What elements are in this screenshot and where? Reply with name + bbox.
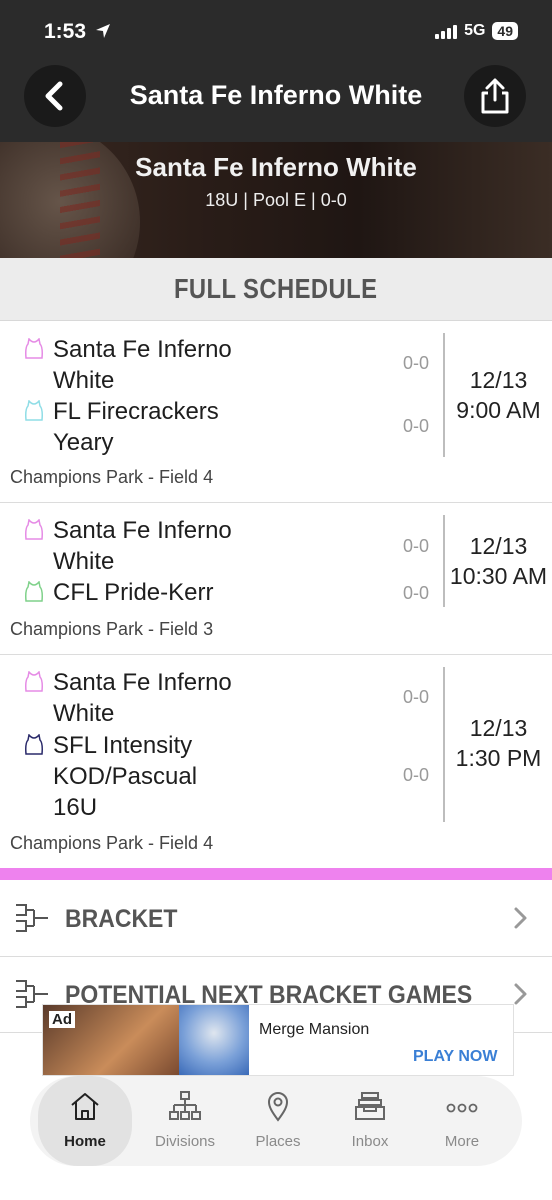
status-indicators: 5G 49 <box>435 22 518 40</box>
home-score: 0-0 <box>402 353 429 373</box>
away-team-name: SFL Intensity KOD/Pascual 16U <box>53 732 198 821</box>
game-card[interactable]: Santa Fe Inferno White FL Firecrackers Y… <box>0 321 552 503</box>
network-label: 5G <box>464 22 486 39</box>
game-time: 10:30 AM <box>449 563 548 589</box>
away-score: 0-0 <box>402 416 429 436</box>
accent-divider <box>0 868 552 880</box>
home-score: 0-0 <box>402 536 429 556</box>
home-team-name: Santa Fe Inferno White <box>53 517 232 575</box>
chevron-right-icon <box>514 983 527 1005</box>
away-score: 0-0 <box>402 765 429 785</box>
ad-app-name: Merge Mansion <box>259 1021 370 1038</box>
home-team-row: Santa Fe Inferno White <box>24 515 253 577</box>
more-icon <box>446 1103 478 1113</box>
jersey-icon <box>25 581 43 602</box>
away-team-row: CFL Pride-Kerr <box>24 577 353 608</box>
status-time: 1:53 <box>44 20 112 44</box>
team-hero-banner: Santa Fe Inferno White 18U | Pool E | 0-… <box>0 142 552 258</box>
status-bar: 1:53 5G 49 <box>0 0 552 62</box>
game-date: 12/13 <box>469 367 528 393</box>
away-team-row: FL Firecrackers Yeary <box>24 396 253 458</box>
away-team-name: CFL Pride-Kerr <box>53 579 214 606</box>
status-time-text: 1:53 <box>44 20 87 43</box>
tab-more[interactable]: More <box>415 1076 509 1166</box>
game-venue: Champions Park - Field 4 <box>10 833 214 853</box>
jersey-icon <box>25 519 43 540</box>
bracket-icon <box>16 904 48 932</box>
tab-home-label: Home <box>64 1133 106 1150</box>
game-datetime: 12/13 9:00 AM <box>445 365 552 425</box>
tab-home[interactable]: Home <box>38 1076 132 1166</box>
bracket-link[interactable]: BRACKET <box>0 881 552 957</box>
tab-bar: Home Divisions Places Inbox More <box>30 1076 522 1166</box>
away-score: 0-0 <box>402 583 429 603</box>
home-team-name: Santa Fe Inferno White <box>53 669 232 727</box>
home-score: 0-0 <box>402 687 429 707</box>
ad-app-icon[interactable] <box>179 1005 249 1075</box>
tab-divisions-label: Divisions <box>154 1133 215 1150</box>
nav-bar: Santa Fe Inferno White <box>0 62 552 142</box>
home-team-name: Santa Fe Inferno White <box>53 336 232 394</box>
home-team-row: Santa Fe Inferno White <box>24 667 253 729</box>
ad-banner[interactable]: Ad Merge Mansion PLAY NOW <box>42 1004 514 1076</box>
tab-places[interactable]: Places <box>231 1076 325 1166</box>
game-time: 1:30 PM <box>455 745 542 771</box>
game-venue: Champions Park - Field 3 <box>10 619 214 639</box>
team-subtitle: 18U | Pool E | 0-0 <box>205 190 347 210</box>
game-datetime: 12/13 1:30 PM <box>445 713 552 773</box>
team-title: Santa Fe Inferno White <box>135 152 417 182</box>
ad-label: Ad <box>49 1011 75 1028</box>
game-card[interactable]: Santa Fe Inferno White CFL Pride-Kerr 0-… <box>0 503 552 655</box>
game-venue: Champions Park - Field 4 <box>10 467 214 487</box>
jersey-icon <box>25 671 43 692</box>
home-icon <box>71 1093 99 1120</box>
share-button[interactable] <box>464 65 526 127</box>
signal-icon <box>435 23 458 39</box>
game-datetime: 12/13 10:30 AM <box>445 531 552 591</box>
jersey-icon <box>25 400 43 421</box>
ad-play-now-button[interactable]: PLAY NOW <box>413 1048 497 1066</box>
battery-level: 49 <box>497 23 513 39</box>
bracket-label: BRACKET <box>65 905 178 933</box>
game-time: 9:00 AM <box>456 397 541 423</box>
location-pin-icon <box>267 1092 289 1122</box>
tab-divisions[interactable]: Divisions <box>138 1076 232 1166</box>
tab-inbox-label: Inbox <box>351 1133 389 1150</box>
tab-places-label: Places <box>255 1133 301 1150</box>
tab-more-label: More <box>444 1133 480 1150</box>
away-team-name: FL Firecrackers Yeary <box>53 398 219 456</box>
game-date: 12/13 <box>469 533 528 559</box>
schedule-header: FULL SCHEDULE <box>0 258 552 321</box>
game-date: 12/13 <box>469 715 528 741</box>
jersey-icon <box>25 734 43 755</box>
chevron-right-icon <box>514 907 527 929</box>
jersey-icon <box>25 338 43 359</box>
share-icon <box>481 78 509 114</box>
game-card[interactable]: Santa Fe Inferno White SFL Intensity KOD… <box>0 655 552 867</box>
schedule-header-label: FULL SCHEDULE <box>174 273 378 304</box>
home-team-row: Santa Fe Inferno White <box>24 334 253 396</box>
battery-icon: 49 <box>492 22 518 40</box>
inbox-icon <box>355 1092 385 1120</box>
divisions-icon <box>169 1091 201 1120</box>
location-arrow-icon <box>95 24 110 38</box>
away-team-row: SFL Intensity KOD/Pascual 16U <box>24 730 223 823</box>
tab-inbox[interactable]: Inbox <box>323 1076 417 1166</box>
